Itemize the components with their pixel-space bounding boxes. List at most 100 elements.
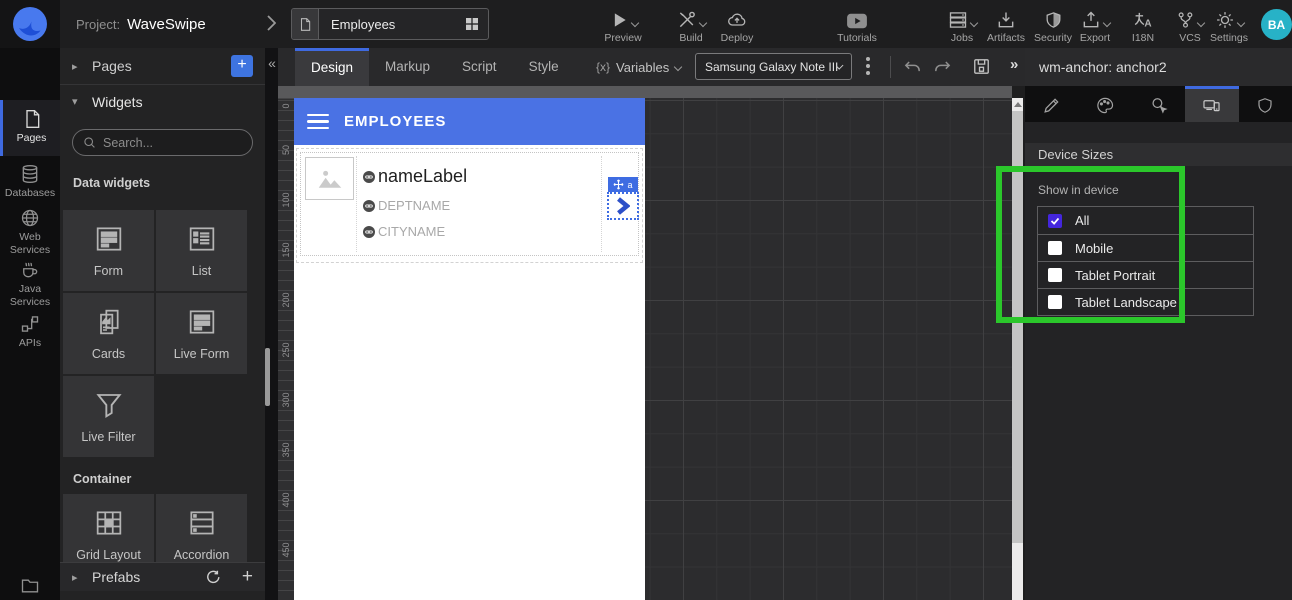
- sidebar-item-file-explorer[interactable]: File Explorer: [0, 572, 60, 600]
- user-avatar[interactable]: BA: [1261, 9, 1292, 40]
- tab-script[interactable]: Script: [446, 48, 513, 86]
- design-canvas-grid[interactable]: [645, 98, 1012, 600]
- chevron-down-icon: [698, 19, 706, 27]
- list-item-labels: nameLabel DEPTNAME CITYNAME: [356, 156, 602, 252]
- city-label-widget[interactable]: CITYNAME: [363, 224, 601, 239]
- search-input[interactable]: [103, 136, 233, 150]
- settings-button[interactable]: Settings: [1200, 6, 1258, 44]
- project-breadcrumb: Project: WaveSwipe: [76, 0, 206, 48]
- move-icon: [613, 179, 624, 190]
- page-selector[interactable]: Employees: [291, 8, 489, 40]
- panel-scrollbar[interactable]: [265, 348, 270, 406]
- more-options-button[interactable]: [864, 57, 872, 75]
- download-icon: [996, 10, 1016, 30]
- expand-panel-icon[interactable]: »: [1010, 56, 1018, 73]
- properties-panel-tabs: [1025, 86, 1292, 122]
- widgets-section-header[interactable]: ▾ Widgets: [60, 85, 265, 118]
- widget-search[interactable]: [72, 129, 253, 156]
- list-item-template[interactable]: nameLabel DEPTNAME CITYNAME a: [300, 152, 639, 256]
- sidebar-item-databases[interactable]: Databases: [0, 160, 60, 200]
- deploy-button[interactable]: Deploy: [708, 6, 766, 44]
- wavemaker-studio: Project: WaveSwipe Employees Preview Bui…: [0, 0, 1292, 600]
- selected-anchor-widget[interactable]: [607, 192, 639, 220]
- hamburger-menu-icon[interactable]: [307, 114, 329, 130]
- phone-preview[interactable]: EMPLOYEES nameLabel DEPTNAME CITYNAME: [294, 98, 645, 600]
- undo-button[interactable]: [902, 57, 923, 77]
- grid-layout-icon: [92, 507, 126, 539]
- tab-styles[interactable]: [1078, 86, 1131, 122]
- app-logo[interactable]: [0, 0, 60, 48]
- bind-icon: [363, 226, 375, 238]
- tab-security[interactable]: [1239, 86, 1292, 122]
- play-icon: [609, 10, 629, 30]
- toolbar-divider: [890, 56, 891, 78]
- folder-icon: [0, 576, 60, 596]
- refresh-icon[interactable]: [205, 569, 222, 586]
- widget-tile-live-filter[interactable]: Live Filter: [63, 376, 154, 457]
- tab-markup[interactable]: Markup: [369, 48, 446, 86]
- caret-right-icon: ▸: [72, 60, 82, 73]
- section-title-data-widgets: Data widgets: [73, 176, 150, 190]
- tools-icon: [677, 10, 697, 30]
- tab-design[interactable]: Design: [295, 48, 369, 86]
- collapse-panel-icon[interactable]: «: [265, 55, 279, 71]
- page-grid-icon[interactable]: [456, 16, 488, 32]
- tab-devices[interactable]: [1185, 86, 1238, 122]
- pencil-icon: [1042, 96, 1061, 115]
- project-name: WaveSwipe: [127, 16, 206, 33]
- shield-outline-icon: [1256, 96, 1274, 115]
- widget-tile-form[interactable]: Form: [63, 210, 154, 291]
- tutorials-button[interactable]: Tutorials: [828, 6, 886, 44]
- live-form-icon: [185, 306, 219, 338]
- chevron-down-icon: [1236, 19, 1244, 27]
- filter-funnel-icon: [92, 389, 126, 421]
- mobile-navbar-widget[interactable]: EMPLOYEES: [294, 98, 645, 145]
- branch-icon: [1176, 10, 1195, 30]
- cards-icon: [92, 306, 126, 338]
- chevron-down-icon: [630, 19, 638, 27]
- redo-button[interactable]: [932, 57, 953, 77]
- devices-icon: [1201, 96, 1222, 115]
- top-bar: Project: WaveSwipe Employees Preview Bui…: [0, 0, 1292, 48]
- widget-tile-cards[interactable]: Cards: [63, 293, 154, 374]
- server-icon: [948, 10, 968, 30]
- add-prefab-button[interactable]: +: [242, 566, 253, 588]
- preview-button[interactable]: Preview: [594, 6, 652, 44]
- sidebar-item-java-services[interactable]: Java Services: [0, 256, 60, 308]
- highlight-box: [996, 166, 1185, 323]
- bind-icon: [363, 200, 375, 212]
- anchor-column: a: [602, 153, 638, 255]
- name-label-widget[interactable]: nameLabel: [363, 166, 601, 187]
- device-selector[interactable]: Samsung Galaxy Note III: [695, 53, 852, 80]
- prefabs-bar[interactable]: ▸ Prefabs +: [60, 562, 265, 591]
- sidebar-item-web-services[interactable]: Web Services: [0, 204, 60, 256]
- add-page-button[interactable]: +: [231, 55, 253, 77]
- pages-icon: [3, 109, 60, 129]
- canvas-toolbar: Design Markup Script Style {x} Variables…: [278, 48, 1025, 86]
- breadcrumb-chevron-icon: [266, 14, 276, 32]
- widget-tile-live-form[interactable]: Live Form: [156, 293, 247, 374]
- sidebar-item-pages[interactable]: Pages: [0, 100, 60, 156]
- api-nodes-icon: [0, 314, 60, 334]
- tab-properties[interactable]: [1025, 86, 1078, 122]
- sidebar-item-apis[interactable]: APIs: [0, 310, 60, 350]
- scroll-up-arrow[interactable]: [1012, 98, 1023, 110]
- tab-style[interactable]: Style: [513, 48, 575, 86]
- accordion-icon: [185, 507, 219, 539]
- pages-section-header[interactable]: ▸ Pages +: [60, 48, 265, 85]
- bind-icon: [363, 171, 375, 183]
- device-sizes-header: Device Sizes: [1025, 143, 1292, 166]
- properties-panel: wm-anchor: anchor2 Device Sizes Show in …: [1025, 48, 1292, 600]
- variables-button[interactable]: {x} Variables: [596, 48, 681, 86]
- pointer-search-icon: [1149, 96, 1169, 115]
- tab-events[interactable]: [1132, 86, 1185, 122]
- widget-tile-list[interactable]: List: [156, 210, 247, 291]
- wavemaker-logo-icon: [12, 6, 48, 42]
- upload-icon: [1081, 10, 1101, 30]
- save-button[interactable]: [972, 57, 991, 76]
- picture-placeholder[interactable]: [305, 157, 354, 200]
- dept-label-widget[interactable]: DEPTNAME: [363, 198, 601, 213]
- anchor-drag-handle[interactable]: a: [608, 177, 638, 192]
- editor-tabs: Design Markup Script Style: [295, 48, 575, 86]
- chevron-down-icon: [674, 63, 682, 71]
